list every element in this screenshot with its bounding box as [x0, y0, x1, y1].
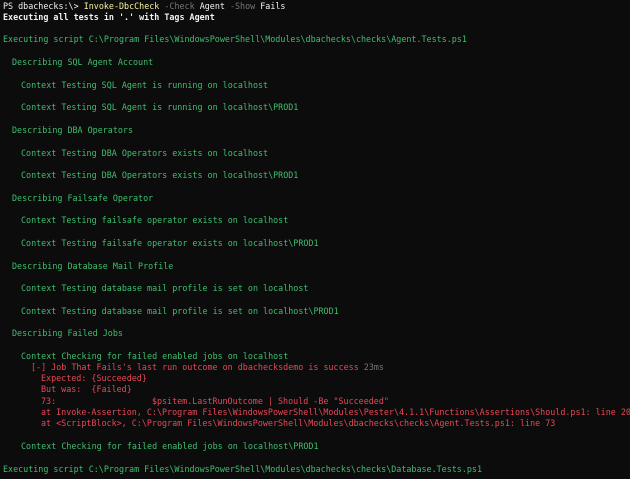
failure-stack-assertion: at Invoke-Assertion, C:\Program Files\Wi… [41, 407, 630, 417]
script-line-database: Executing script C:\Program Files\Window… [3, 464, 483, 474]
context-line: Context Checking for failed enabled jobs… [21, 351, 289, 361]
param-check: -Check [164, 1, 195, 11]
param-show: -Show [229, 1, 256, 11]
failure-stack-scriptblock: at <ScriptBlock>, C:\Program Files\Windo… [41, 418, 556, 428]
failure-but-was: But was: {Failed} [41, 384, 132, 394]
failure-title-text: [-] Job That Fails's last run outcome on… [31, 362, 359, 372]
describe-failsafe-operator: Describing Failsafe Operator [12, 193, 154, 203]
value-show: Fails [260, 1, 286, 11]
context-line: Context Testing SQL Agent is running on … [21, 80, 269, 90]
context-line: Context Testing failsafe operator exists… [21, 215, 289, 225]
context-line: Context Testing database mail profile is… [21, 306, 339, 316]
describe-dba-operators: Describing DBA Operators [12, 125, 134, 135]
context-line: Context Testing failsafe operator exists… [21, 238, 319, 248]
powershell-terminal[interactable]: PS dbachecks:\> Invoke-DbcCheck -Check A… [0, 0, 630, 479]
describe-database-mail-profile: Describing Database Mail Profile [12, 261, 174, 271]
failure-source-line: 73: $psitem.LastRunOutcome | Should -Be … [41, 396, 389, 406]
prompt-line: PS dbachecks:\> Invoke-DbcCheck -Check A… [3, 1, 285, 12]
context-line: Context Testing DBA Operators exists on … [21, 148, 269, 158]
failure-title: [-] Job That Fails's last run outcome on… [31, 362, 384, 373]
script-line-agent: Executing script C:\Program Files\Window… [3, 34, 467, 44]
prompt-location: dbachecks:\> [18, 1, 79, 11]
command-name: Invoke-DbcCheck [83, 1, 160, 11]
context-line: Context Checking for failed enabled jobs… [21, 441, 319, 451]
context-line: Context Testing database mail profile is… [21, 283, 309, 293]
context-line: Context Testing SQL Agent is running on … [21, 102, 299, 112]
failure-duration: 23ms [358, 362, 384, 372]
describe-sql-agent-account: Describing SQL Agent Account [12, 57, 154, 67]
failure-expected: Expected: {Succeeded} [41, 373, 147, 383]
value-check: Agent [199, 1, 225, 11]
prompt-ps: PS [3, 1, 19, 11]
describe-failed-jobs: Describing Failed Jobs [12, 328, 123, 338]
context-line: Context Testing DBA Operators exists on … [21, 170, 299, 180]
header-line: Executing all tests in '.' with Tags Age… [3, 12, 215, 22]
